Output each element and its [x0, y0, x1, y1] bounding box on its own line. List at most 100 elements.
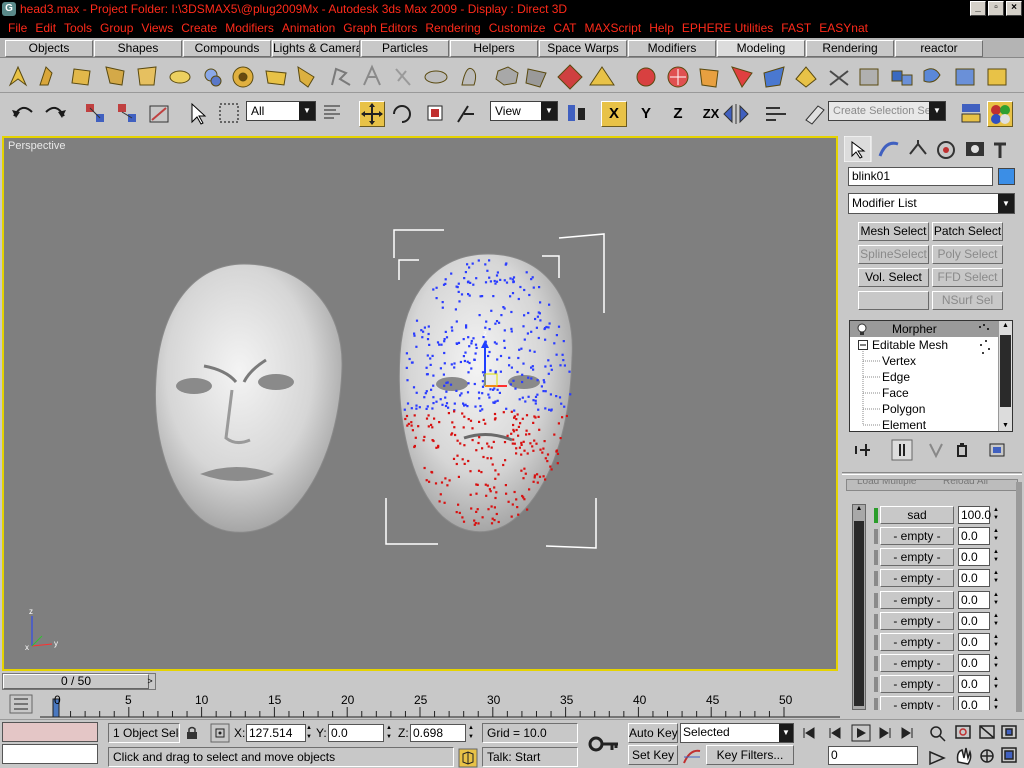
menu-edit[interactable]: Edit: [31, 18, 60, 38]
empty-modifier-button[interactable]: [858, 291, 929, 310]
tab-modifiers[interactable]: Modifiers: [628, 40, 716, 57]
stack-item-face[interactable]: Face: [850, 385, 998, 401]
morph-channel[interactable]: - empty - 0.0 ▲ ▼: [874, 569, 1014, 587]
vol-select-button[interactable]: Vol. Select: [858, 268, 929, 287]
spinner-icon[interactable]: ▲ ▼: [991, 506, 1001, 524]
stack-item-polygon[interactable]: Polygon: [850, 401, 998, 417]
patch-select-button[interactable]: Patch Select: [932, 222, 1003, 241]
stack-scrollbar[interactable]: ▲ ▼: [998, 321, 1012, 431]
channel-value-field[interactable]: 0.0: [958, 696, 990, 710]
scroll-up-icon[interactable]: ▲: [853, 505, 865, 517]
morph-channel[interactable]: - empty - 0.0 ▲ ▼: [874, 675, 1014, 693]
channel-name-button[interactable]: - empty -: [880, 696, 954, 710]
channel-name-button[interactable]: - empty -: [880, 569, 954, 587]
reload-all-button[interactable]: Reload All: [943, 480, 988, 487]
channel-name-button[interactable]: - empty -: [880, 633, 954, 651]
spinner-icon[interactable]: ▲ ▼: [991, 633, 1001, 651]
ffd-select-button[interactable]: FFD Select: [932, 268, 1003, 287]
menu-create[interactable]: Create: [177, 18, 221, 38]
menu-views[interactable]: Views: [137, 18, 177, 38]
reference-coordinate-dropdown[interactable]: View ▼: [490, 101, 558, 121]
y-coordinate-field[interactable]: 0.0: [328, 724, 384, 742]
channel-value-field[interactable]: 100.0: [958, 506, 991, 524]
channel-name-button[interactable]: - empty -: [880, 675, 954, 693]
channel-value-field[interactable]: 0.0: [958, 591, 990, 609]
playback-controls[interactable]: [800, 722, 924, 744]
selection-filter-dropdown[interactable]: All ▼: [246, 101, 316, 121]
spinner-icon[interactable]: ▲ ▼: [991, 612, 1001, 630]
menu-modifiers[interactable]: Modifiers: [221, 18, 278, 38]
spline-select-button[interactable]: SplineSelect: [858, 245, 929, 264]
nsurf-sel-button[interactable]: NSurf Sel: [932, 291, 1003, 310]
menu-maxscript[interactable]: MAXScript: [581, 18, 646, 38]
tab-space-warps[interactable]: Space Warps: [539, 40, 627, 57]
perspective-viewport[interactable]: Perspective z z x y: [2, 136, 838, 671]
menu-ephere-utilities[interactable]: EPHERE Utilities: [678, 18, 777, 38]
named-selection-set-dropdown[interactable]: Create Selection Set ▼: [828, 101, 946, 121]
channel-value-field[interactable]: 0.0: [958, 527, 990, 545]
stack-scroll-thumb[interactable]: [1000, 335, 1011, 407]
channel-value-field[interactable]: 0.0: [958, 612, 990, 630]
key-icon[interactable]: [586, 726, 622, 762]
channel-name-button[interactable]: - empty -: [880, 591, 954, 609]
key-mode-dropdown[interactable]: Selected ▼: [680, 723, 794, 743]
stack-item-morpher[interactable]: Morpher: [850, 321, 998, 337]
tab-lights-cameras[interactable]: Lights & Cameras: [272, 40, 360, 57]
menu-animation[interactable]: Animation: [278, 18, 339, 38]
spinner-icon[interactable]: ▲ ▼: [991, 675, 1001, 693]
select-move-button[interactable]: [359, 101, 385, 127]
time-slider[interactable]: 0 / 50 >: [2, 673, 156, 690]
current-frame-field[interactable]: 0: [828, 746, 918, 765]
menu-help[interactable]: Help: [645, 18, 678, 38]
tab-rendering[interactable]: Rendering: [806, 40, 894, 57]
viewport-navigation-controls[interactable]: [926, 722, 1022, 766]
default-tangent-icon[interactable]: [682, 747, 702, 765]
tab-shapes[interactable]: Shapes: [94, 40, 182, 57]
tab-particles[interactable]: Particles: [361, 40, 449, 57]
menu-easynat[interactable]: EASYnat: [815, 18, 872, 38]
head-mesh-left[interactable]: [154, 263, 343, 533]
modeling-toolbar-icons[interactable]: [0, 59, 1024, 93]
channel-name-button[interactable]: - empty -: [880, 548, 954, 566]
channel-name-button[interactable]: - empty -: [880, 654, 954, 672]
channel-scrollbar[interactable]: ▲: [852, 504, 866, 710]
menu-graph-editors[interactable]: Graph Editors: [339, 18, 421, 38]
channel-scroll-thumb[interactable]: [854, 521, 864, 706]
restrict-y-button[interactable]: Y: [633, 101, 659, 127]
menu-file[interactable]: File: [4, 18, 31, 38]
x-coordinate-field[interactable]: 127.514: [246, 724, 306, 742]
stack-item-vertex[interactable]: Vertex: [850, 353, 998, 369]
restrict-plane-button[interactable]: ZX: [697, 101, 725, 127]
morph-channel[interactable]: - empty - 0.0 ▲ ▼: [874, 591, 1014, 609]
stack-toolbar[interactable]: [848, 438, 1018, 462]
minimize-button[interactable]: _: [970, 1, 986, 16]
morph-channel[interactable]: - empty - 0.0 ▲ ▼: [874, 527, 1014, 545]
channel-value-field[interactable]: 0.0: [958, 675, 990, 693]
channel-value-field[interactable]: 0.0: [958, 548, 990, 566]
channel-name-button[interactable]: - empty -: [880, 527, 954, 545]
menu-group[interactable]: Group: [96, 18, 137, 38]
app-icon[interactable]: G: [2, 2, 16, 16]
morph-channel[interactable]: - empty - 0.0 ▲ ▼: [874, 548, 1014, 566]
maxscript-listener-white[interactable]: [2, 744, 98, 764]
morph-channel[interactable]: sad 100.0 ▲ ▼: [874, 506, 1014, 524]
menu-fast[interactable]: FAST: [777, 18, 815, 38]
absolute-mode-icon[interactable]: [210, 723, 230, 743]
modifier-stack[interactable]: Morpher Editable Mesh Vertex Edge Face P…: [849, 320, 1013, 432]
panel-scrollbar[interactable]: [1016, 482, 1022, 712]
load-multiple-button[interactable]: Load Multiple: [857, 480, 916, 487]
scroll-down-icon[interactable]: ▼: [1000, 422, 1011, 431]
spinner-icon[interactable]: ▲ ▼: [991, 548, 1001, 566]
spinner-icon[interactable]: ▲ ▼: [991, 696, 1001, 710]
channel-name-button[interactable]: sad: [880, 506, 954, 524]
stack-item-element[interactable]: Element: [850, 417, 998, 431]
collapse-icon[interactable]: [858, 340, 868, 350]
tab-reactor[interactable]: reactor: [895, 40, 983, 57]
morph-channel[interactable]: - empty - 0.0 ▲ ▼: [874, 633, 1014, 651]
channel-value-field[interactable]: 0.0: [958, 654, 990, 672]
morph-channel[interactable]: - empty - 0.0 ▲ ▼: [874, 696, 1014, 710]
spinner-icon[interactable]: ▲ ▼: [306, 724, 314, 742]
menu-tools[interactable]: Tools: [60, 18, 96, 38]
material-editor-button[interactable]: [987, 101, 1013, 127]
tab-objects[interactable]: Objects: [5, 40, 93, 57]
